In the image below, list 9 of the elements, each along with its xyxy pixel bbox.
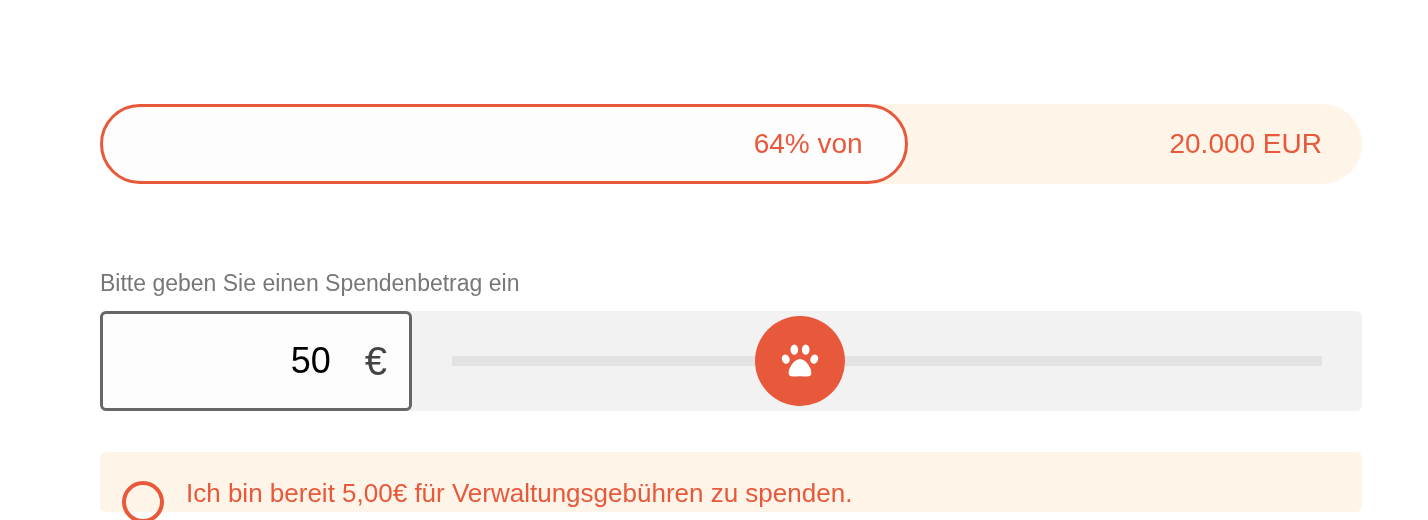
progress-percent: 64% von bbox=[753, 128, 863, 160]
amount-label: Bitte geben Sie einen Spendenbetrag ein bbox=[100, 270, 521, 297]
currency-symbol: € bbox=[364, 338, 387, 384]
amount-input[interactable]: 50 bbox=[210, 340, 331, 382]
amount-field[interactable]: 50 € bbox=[100, 311, 412, 411]
fee-radio[interactable] bbox=[122, 481, 164, 520]
goal-amount: 20.000 EUR bbox=[1169, 128, 1323, 160]
fee-label: Ich bin bereit 5,00€ für Verwaltungsgebühren zu spenden. bbox=[186, 478, 853, 508]
paw-icon bbox=[781, 342, 819, 380]
